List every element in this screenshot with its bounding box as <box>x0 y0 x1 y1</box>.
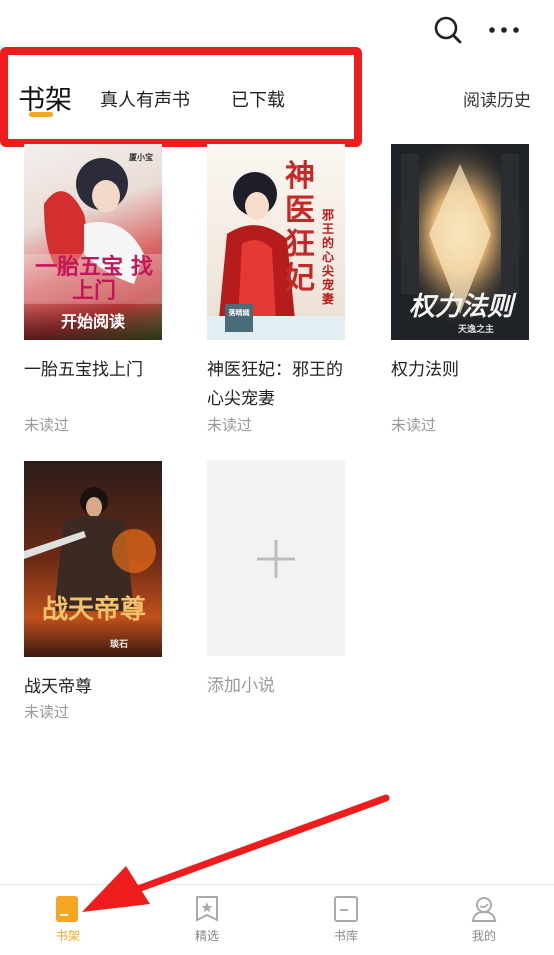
plus-icon <box>257 540 295 578</box>
nav-label: 我的 <box>471 929 496 943</box>
cover-art <box>24 487 156 611</box>
cover-author: 落晴嫣 <box>228 309 250 317</box>
book-title[interactable]: 战天帝尊 <box>24 673 164 701</box>
book-read-status: 未读过 <box>24 703 70 721</box>
nav-profile[interactable]: 我的 <box>444 885 524 955</box>
annotation-highlight-box <box>0 47 362 147</box>
cover-title: 战天帝尊 <box>41 595 146 625</box>
cover-title: 一胎五宝 找上门 <box>35 255 153 304</box>
start-reading-label[interactable]: 开始阅读 <box>24 300 162 340</box>
book-cover[interactable]: 权力法则 天逸之主 <box>391 144 529 340</box>
book-read-status: 未读过 <box>207 416 253 434</box>
cover-author: 厦小宝 <box>129 153 153 162</box>
cover-subtitle: 邪王的心尖宠妻 <box>321 208 334 306</box>
book-card[interactable]: 神医狂妃 邪王的心尖宠妻 落晴嫣 神医狂妃：邪王的心尖宠妻 未读过 <box>207 144 347 435</box>
nav-featured[interactable]: 精选 <box>167 885 247 955</box>
book-title[interactable]: 一胎五宝找上门 <box>24 356 164 414</box>
reading-history-link[interactable]: 阅读历史 <box>463 86 531 111</box>
book-title[interactable]: 权力法则 <box>391 356 531 414</box>
book-card[interactable]: 战天帝尊 琰石 战天帝尊 未读过 <box>24 461 164 722</box>
more-icon[interactable] <box>488 14 520 46</box>
book-cover[interactable]: 神医狂妃 邪王的心尖宠妻 落晴嫣 <box>207 144 345 340</box>
add-book-label[interactable]: 添加小说 <box>207 671 275 696</box>
featured-icon <box>196 896 218 922</box>
cover-author: 天逸之主 <box>457 325 494 335</box>
nav-label: 书库 <box>333 929 358 943</box>
profile-icon <box>471 897 497 922</box>
cover-author: 琰石 <box>109 640 128 650</box>
nav-label: 精选 <box>194 929 219 943</box>
book-title[interactable]: 神医狂妃：邪王的心尖宠妻 <box>207 356 347 414</box>
search-icon[interactable] <box>432 14 464 46</box>
library-icon <box>334 896 358 922</box>
book-read-status: 未读过 <box>391 416 437 434</box>
book-cover[interactable]: 战天帝尊 琰石 <box>24 461 162 657</box>
nav-bookshelf[interactable]: 书架 <box>28 885 108 955</box>
nav-library[interactable]: 书库 <box>306 885 386 955</box>
book-read-status: 未读过 <box>24 416 70 434</box>
book-card[interactable]: 一胎五宝 找上门 厦小宝 开始阅读 一胎五宝找上门 未读过 <box>24 144 164 435</box>
add-book-button[interactable] <box>207 460 345 656</box>
cover-title: 权力法则 <box>408 292 513 322</box>
book-card[interactable]: 权力法则 天逸之主 权力法则 未读过 <box>391 144 531 435</box>
nav-label: 书架 <box>55 929 80 943</box>
bottom-navigation: 书架 精选 书库 我的 <box>0 884 554 955</box>
book-cover[interactable]: 一胎五宝 找上门 厦小宝 开始阅读 <box>24 144 162 340</box>
bookshelf-icon <box>56 896 78 922</box>
cover-title: 神医狂妃 <box>285 159 315 296</box>
